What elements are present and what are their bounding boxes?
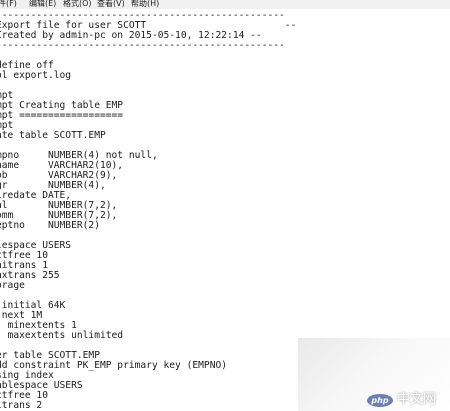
watermark-site-name: 中文网 [397,392,437,407]
code-line: ----------------------------------------… [0,40,285,51]
php-logo-text: php [371,396,389,405]
code-line: orage [0,280,25,291]
menu-file[interactable]: 件(F) [0,0,17,9]
menu-edit[interactable]: 编辑(E) [29,0,56,9]
code-line: itrans 2 [0,400,43,411]
code-line: ol export.log [0,70,72,81]
menu-bar: 件(F) 编辑(E) 格式(O) 查看(V) 帮助(H) [0,0,450,9]
menu-format[interactable]: 格式(O) [63,0,92,9]
menu-view[interactable]: 查看(V) [97,0,125,9]
notepad-window: 件(F) 编辑(E) 格式(O) 查看(V) 帮助(H) -----------… [0,0,450,411]
menu-help[interactable]: 帮助(H) [131,0,159,9]
php-logo: php [367,394,393,407]
code-line: mpt ================== [0,110,124,121]
code-line: ate table SCOTT.EMP [0,130,106,141]
code-line: eptno NUMBER(2) [0,220,100,231]
code-line: maxextents unlimited [0,330,124,341]
